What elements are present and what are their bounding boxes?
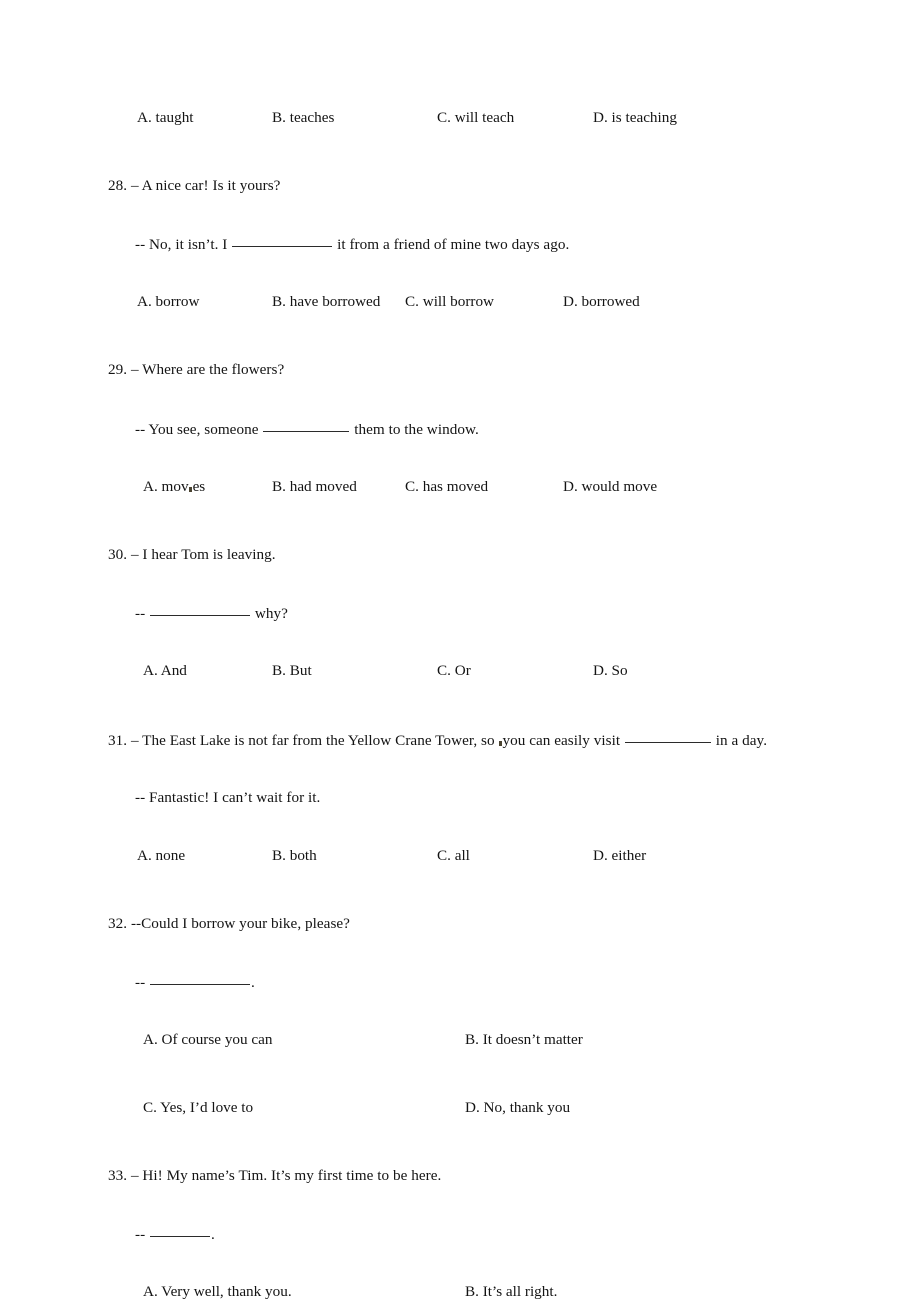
option-c[interactable]: C. will borrow [405, 294, 494, 309]
stem-mid: you can easily visit [502, 732, 621, 750]
question-30-reply: -- why? [135, 604, 808, 621]
question-29-reply: -- You see, someone them to the window. [135, 420, 808, 437]
question-32-stem: 32. --Could I borrow your bike, please? [108, 914, 350, 932]
question-31-reply: -- Fantastic! I can’t wait for it. [135, 789, 321, 807]
answer-blank[interactable] [624, 731, 711, 744]
reply-suffix: it from a friend of mine two days ago. [337, 236, 570, 254]
option-b[interactable]: B. teaches [272, 110, 334, 125]
option-row-32-bottom: C. Yes, I’d love to D. No, thank you [108, 1100, 808, 1126]
option-d[interactable]: D. borrowed [563, 294, 640, 309]
question-31-stem: 31. – The East Lake is not far from the … [108, 731, 808, 748]
option-a[interactable]: A. Of course you can [143, 1032, 272, 1047]
reply-suffix: . [251, 973, 255, 991]
reply-prefix: -- [135, 605, 146, 623]
reply-suffix: them to the window. [354, 420, 479, 438]
reply-suffix: . [211, 1226, 215, 1244]
option-row-29: A. mov es B. had moved C. has moved D. wo… [108, 479, 808, 505]
question-32-reply: -- . [135, 973, 808, 990]
answer-blank[interactable] [263, 420, 350, 432]
answer-blank[interactable] [150, 604, 251, 617]
option-a[interactable]: A. Very well, thank you. [143, 1284, 292, 1299]
option-row-31: A. none B. both C. all D. either [108, 847, 808, 874]
question-33-reply: -- . [135, 1225, 808, 1242]
option-c[interactable]: C. Yes, I’d love to [143, 1100, 253, 1115]
reply-prefix: -- [135, 1226, 146, 1244]
option-d[interactable]: D. would move [563, 479, 657, 494]
option-c[interactable]: C. all [437, 847, 470, 863]
option-row-carryover: A. taught B. teaches C. will teach D. is… [108, 110, 808, 136]
option-a[interactable]: A. borrow [137, 294, 199, 309]
option-b[interactable]: B. both [272, 847, 317, 863]
option-a-text-pre: A. mov [143, 477, 189, 495]
option-a[interactable]: A. taught [137, 110, 194, 125]
option-d[interactable]: D. either [593, 847, 646, 863]
option-b[interactable]: B. It doesn’t matter [465, 1032, 583, 1047]
stem-post: in a day. [715, 732, 768, 750]
exam-content: A. taught B. teaches C. will teach D. is… [108, 110, 808, 1302]
option-a[interactable]: A. mov es [143, 479, 205, 494]
answer-blank[interactable] [150, 973, 251, 985]
reply-suffix: why? [254, 605, 288, 623]
question-28-stem: 28. – A nice car! Is it yours? [108, 177, 281, 194]
question-30-stem: 30. – I hear Tom is leaving. [108, 545, 276, 563]
question-29-stem: 29. – Where are the flowers? [108, 361, 285, 379]
option-d[interactable]: D. So [593, 663, 628, 678]
option-a[interactable]: A. And [143, 663, 187, 678]
option-d[interactable]: D. is teaching [593, 110, 677, 125]
exam-page: A. taught B. teaches C. will teach D. is… [0, 0, 920, 1302]
question-33-stem: 33. – Hi! My name’s Tim. It’s my first t… [108, 1167, 442, 1185]
option-b[interactable]: B. have borrowed [272, 294, 380, 309]
reply-prefix: -- You see, someone [135, 420, 259, 438]
option-b[interactable]: B. had moved [272, 479, 357, 494]
option-row-32-top: A. Of course you can B. It doesn’t matte… [108, 1032, 808, 1058]
option-a-text-post: es [192, 477, 206, 495]
option-c[interactable]: C. will teach [437, 110, 514, 125]
reply-prefix: -- [135, 973, 146, 991]
question-28-reply: -- No, it isn’t. I it from a friend of m… [135, 235, 808, 252]
option-row-28: A. borrow B. have borrowed C. will borro… [108, 294, 808, 320]
stem-pre: 31. – The East Lake is not far from the … [108, 732, 495, 750]
option-c[interactable]: C. Or [437, 663, 471, 678]
option-b[interactable]: B. But [272, 663, 312, 678]
option-c[interactable]: C. has moved [405, 479, 488, 494]
answer-blank[interactable] [232, 235, 333, 248]
option-row-30: A. And B. But C. Or D. So [108, 663, 808, 689]
option-a[interactable]: A. none [137, 847, 185, 863]
reply-prefix: -- No, it isn’t. I [135, 236, 228, 254]
option-b[interactable]: B. It’s all right. [465, 1284, 557, 1299]
option-row-33-top: A. Very well, thank you. B. It’s all rig… [108, 1284, 808, 1302]
option-d[interactable]: D. No, thank you [465, 1100, 570, 1115]
answer-blank[interactable] [150, 1225, 211, 1238]
